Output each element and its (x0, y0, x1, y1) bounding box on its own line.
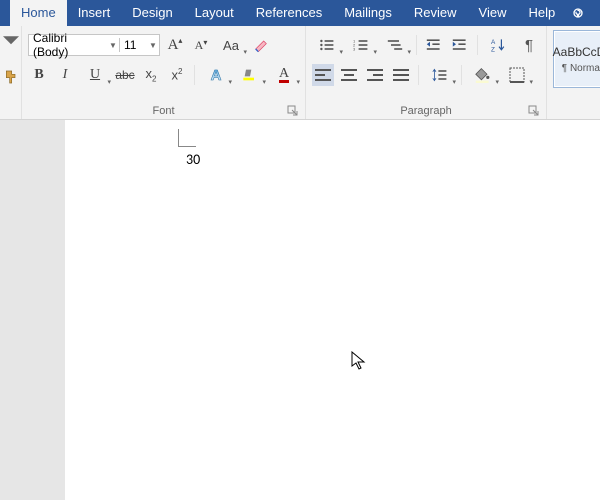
svg-text:A: A (491, 39, 496, 46)
font-group: Calibri (Body) ▼ 11 ▼ A▴ A▾ Aa▾ B I U▾ a… (22, 26, 306, 119)
mouse-cursor-icon (351, 351, 367, 374)
font-name-value: Calibri (Body) (29, 31, 107, 59)
tell-me-icon[interactable] (570, 0, 586, 26)
clear-formatting-button[interactable] (250, 34, 272, 56)
bold-button[interactable]: B (28, 64, 50, 86)
superscript-button[interactable]: x2 (166, 64, 188, 86)
tab-review[interactable]: Review (403, 0, 468, 26)
style-preview: AaBbCcDc (553, 45, 600, 59)
font-name-combo[interactable]: Calibri (Body) ▼ 11 ▼ (28, 34, 160, 56)
chevron-down-icon[interactable]: ▼ (147, 41, 159, 50)
italic-button[interactable]: I (54, 64, 76, 86)
change-case-button[interactable]: Aa▾ (216, 34, 246, 56)
ribbon-tabs: Home Insert Design Layout References Mai… (0, 0, 600, 26)
borders-button[interactable]: ▾ (502, 64, 532, 86)
styles-group: AaBbCcDc ¶ Normal Aa ¶ N (547, 26, 600, 119)
tab-design[interactable]: Design (121, 0, 183, 26)
document-text: 30 (186, 151, 200, 168)
underline-button[interactable]: U▾ (80, 64, 110, 86)
paragraph-group-label: Paragraph (312, 103, 540, 118)
line-spacing-button[interactable]: ▾ (425, 64, 455, 86)
tab-help[interactable]: Help (517, 0, 566, 26)
style-name: ¶ Normal (562, 63, 600, 74)
workspace: 30 (0, 120, 600, 500)
page-corner-marker: 30 (178, 129, 196, 147)
sort-button[interactable]: AZ (484, 34, 514, 56)
document-page[interactable]: 30 (65, 120, 600, 500)
increase-indent-button[interactable] (449, 34, 471, 56)
align-left-button[interactable] (312, 64, 334, 86)
chevron-down-icon[interactable]: ▼ (107, 41, 119, 50)
svg-text:Z: Z (491, 46, 495, 53)
paste-caret-icon[interactable] (0, 34, 22, 48)
text-effects-button[interactable]: A▾ (201, 64, 231, 86)
font-group-label: Font (28, 103, 299, 118)
decrease-indent-button[interactable] (423, 34, 445, 56)
tab-references[interactable]: References (245, 0, 333, 26)
strikethrough-button[interactable]: abc (114, 64, 136, 86)
ribbon: Calibri (Body) ▼ 11 ▼ A▴ A▾ Aa▾ B I U▾ a… (0, 26, 600, 120)
style-normal[interactable]: AaBbCcDc ¶ Normal (553, 30, 600, 88)
shading-button[interactable]: ▾ (468, 64, 498, 86)
grow-font-button[interactable]: A▴ (164, 34, 186, 56)
justify-button[interactable] (390, 64, 412, 86)
font-size-value[interactable]: 11 (119, 38, 147, 52)
clipboard-group-partial (0, 26, 22, 119)
font-dialog-launcher-icon[interactable] (287, 105, 299, 117)
multilevel-list-button[interactable]: ▾ (380, 34, 410, 56)
svg-text:3: 3 (353, 47, 356, 52)
format-painter-icon[interactable] (0, 66, 22, 88)
align-center-button[interactable] (338, 64, 360, 86)
bullets-button[interactable]: ▾ (312, 34, 342, 56)
tab-layout[interactable]: Layout (184, 0, 245, 26)
tab-insert[interactable]: Insert (67, 0, 122, 26)
align-right-button[interactable] (364, 64, 386, 86)
tab-mailings[interactable]: Mailings (333, 0, 403, 26)
shrink-font-button[interactable]: A▾ (190, 34, 212, 56)
show-marks-button[interactable]: ¶ (518, 34, 540, 56)
left-gutter (0, 120, 65, 500)
highlight-button[interactable]: ▾ (235, 64, 265, 86)
tab-home[interactable]: Home (10, 0, 67, 26)
font-color-button[interactable]: A▾ (269, 64, 299, 86)
numbering-button[interactable]: 123▾ (346, 34, 376, 56)
tab-view[interactable]: View (468, 0, 518, 26)
paragraph-dialog-launcher-icon[interactable] (528, 105, 540, 117)
subscript-button[interactable]: x2 (140, 64, 162, 86)
paragraph-group: ▾ 123▾ ▾ AZ ¶ (306, 26, 547, 119)
